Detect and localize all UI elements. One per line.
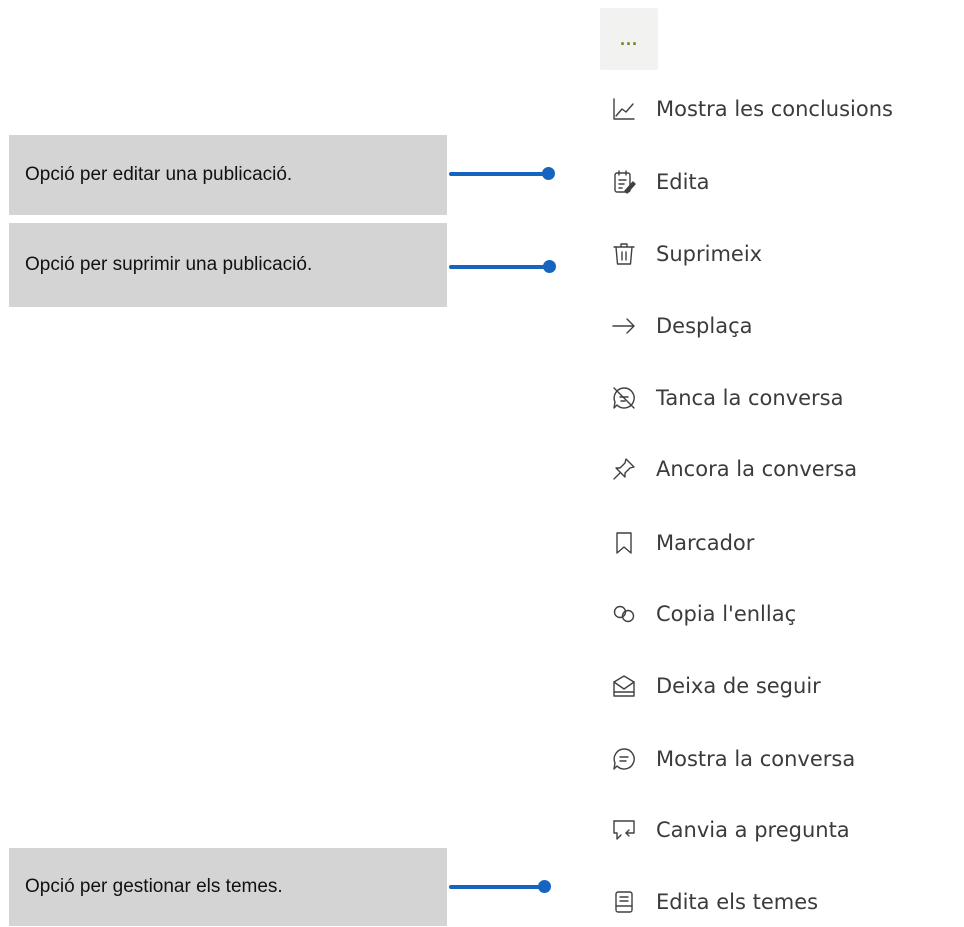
link-icon <box>610 600 638 628</box>
menu-item-show-conversation[interactable]: Mostra la conversa <box>610 736 960 782</box>
menu-item-close-conversation[interactable]: Tanca la conversa <box>610 375 960 421</box>
menu-item-copy-link[interactable]: Copia l'enllaç <box>610 591 960 637</box>
menu-item-pin-conversation[interactable]: Ancora la conversa <box>610 446 960 492</box>
menu-item-edit[interactable]: Edita <box>610 159 960 205</box>
chart-line-icon <box>610 95 638 123</box>
callout-connector-delete <box>449 265 548 269</box>
unfollow-inbox-icon <box>610 672 638 700</box>
menu-item-label: Mostra la conversa <box>656 747 856 771</box>
menu-item-label: Desplaça <box>656 314 753 338</box>
callout-text: Opció per editar una publicació. <box>25 164 293 185</box>
chat-closed-icon <box>610 384 638 412</box>
menu-item-label: Edita els temes <box>656 890 819 914</box>
callout-text: Opció per suprimir una publicació. <box>25 254 313 275</box>
topics-icon <box>610 888 638 916</box>
callout-dot-topics <box>538 880 551 893</box>
menu-item-switch-to-question[interactable]: Canvia a pregunta <box>610 807 960 853</box>
menu-item-label: Marcador <box>656 531 755 555</box>
menu-item-edit-topics[interactable]: Edita els temes <box>610 879 960 925</box>
menu-item-move[interactable]: Desplaça <box>610 303 960 349</box>
callout-edit: Opció per editar una publicació. <box>9 135 447 215</box>
switch-question-icon <box>610 816 638 844</box>
pin-icon <box>610 455 638 483</box>
callout-dot-delete <box>543 260 556 273</box>
menu-item-label: Deixa de seguir <box>656 674 821 698</box>
menu-item-unfollow[interactable]: Deixa de seguir <box>610 663 960 709</box>
arrow-right-icon <box>610 312 638 340</box>
callout-connector-topics <box>449 885 543 889</box>
menu-item-label: Canvia a pregunta <box>656 818 850 842</box>
edit-note-icon <box>610 168 638 196</box>
menu-item-label: Mostra les conclusions <box>656 97 893 121</box>
bookmark-icon <box>610 529 638 557</box>
menu-item-show-insights[interactable]: Mostra les conclusions <box>610 86 960 132</box>
callout-connector-edit <box>449 172 547 176</box>
menu-item-bookmark[interactable]: Marcador <box>610 520 960 566</box>
menu-item-delete[interactable]: Suprimeix <box>610 231 960 277</box>
menu-item-label: Edita <box>656 170 710 194</box>
callout-dot-edit <box>542 167 555 180</box>
more-options-label: ... <box>619 28 638 49</box>
callout-delete: Opció per suprimir una publicació. <box>9 223 447 307</box>
chat-icon <box>610 745 638 773</box>
callout-topics: Opció per gestionar els temes. <box>9 848 447 926</box>
menu-item-label: Copia l'enllaç <box>656 602 797 626</box>
more-options-button[interactable]: ... <box>600 8 658 70</box>
callout-text: Opció per gestionar els temes. <box>25 876 283 897</box>
menu-item-label: Suprimeix <box>656 242 763 266</box>
menu-item-label: Tanca la conversa <box>656 386 844 410</box>
trash-icon <box>610 240 638 268</box>
menu-item-label: Ancora la conversa <box>656 457 858 481</box>
